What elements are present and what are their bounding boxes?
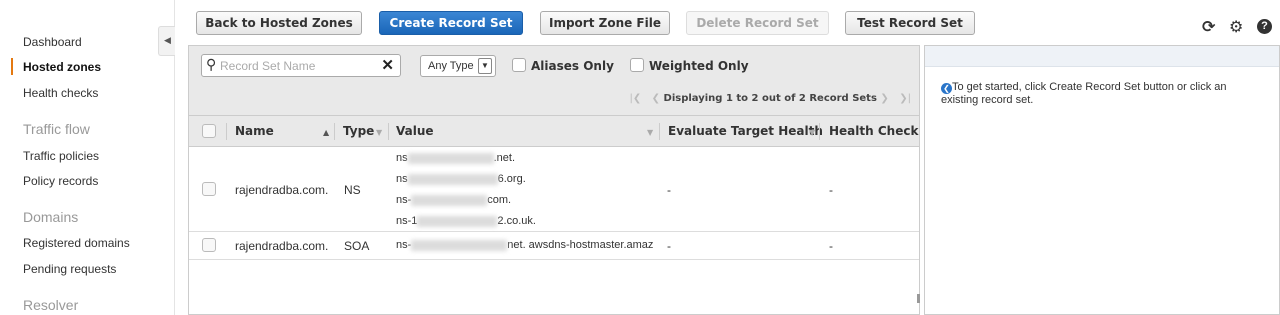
evaluate-target-health-value: - [667, 239, 671, 253]
select-all-checkbox[interactable] [202, 124, 216, 138]
redacted-text [417, 215, 498, 227]
column-header-health-check[interactable]: Health Check I [829, 124, 919, 138]
sidebar-section-resolver: Resolver [23, 297, 79, 313]
column-header-name[interactable]: Name [235, 124, 274, 138]
column-header-evaluate-target-health[interactable]: Evaluate Target Health [668, 124, 823, 138]
column-header-type[interactable]: Type [343, 124, 374, 138]
record-type: SOA [344, 239, 370, 253]
sidebar-nav: Dashboard Hosted zones Health checks Tra… [0, 0, 175, 315]
sidebar-item-pending-requests[interactable]: Pending requests [23, 262, 116, 276]
health-check-value: - [829, 239, 833, 253]
record-sets-panel: ⚲ ✕ Any Type ▼ Aliases Only Weighted Onl… [188, 45, 920, 315]
value-prefix: ns- [396, 194, 412, 206]
arrow-left-icon: ❮ [941, 83, 952, 94]
sidebar-section-domains: Domains [23, 209, 79, 225]
table-row[interactable]: rajendradba.com. SOA ns-net. awsdns-host… [189, 232, 919, 260]
record-name: rajendradba.com. [235, 239, 329, 253]
table-row[interactable]: rajendradba.com. NS ns .net. ns 6.org. ns-… [189, 147, 919, 232]
row-checkbox[interactable] [202, 238, 216, 252]
value-suffix: com. [487, 194, 512, 206]
sort-asc-icon[interactable]: ▲ [323, 124, 329, 138]
column-divider [388, 123, 389, 140]
info-message-text: To get started, click Create Record Set … [941, 81, 1227, 106]
value-line: ns-com. [396, 190, 536, 211]
search-input[interactable] [220, 57, 380, 75]
aliases-only-checkbox[interactable] [512, 58, 526, 72]
sort-icon: ▼ [647, 128, 654, 137]
test-record-set-button[interactable]: Test Record Set [845, 11, 975, 35]
active-indicator [11, 58, 13, 75]
value-prefix: ns- [396, 239, 412, 251]
first-page-icon[interactable]: |❮ [629, 93, 641, 104]
column-divider [226, 123, 227, 140]
value-suffix: .net. [493, 152, 516, 164]
next-page-icon[interactable]: ❯ [880, 93, 888, 104]
prev-page-icon[interactable]: ❮ [652, 93, 660, 104]
info-message: ❮ To get started, click Create Record Set… [941, 81, 1261, 107]
pagination: |❮ ❮ Displaying 1 to 2 out of 2 Record S… [629, 93, 911, 104]
chevron-left-icon: ◀ [164, 35, 171, 45]
sidebar-item-policy-records[interactable]: Policy records [23, 174, 98, 188]
evaluate-target-health-value: - [667, 183, 671, 197]
value-prefix: ns-1 [396, 215, 418, 227]
weighted-only-checkbox[interactable] [630, 58, 644, 72]
value-line: ns 6.org. [396, 169, 536, 190]
type-select-value: Any Type [428, 60, 474, 72]
import-zone-file-button[interactable]: Import Zone File [540, 11, 670, 35]
value-line: ns-1 2.co.uk. [396, 211, 536, 232]
scrollbar-handle[interactable] [917, 294, 920, 303]
aliases-only-label: Aliases Only [531, 59, 614, 73]
column-divider [334, 123, 335, 140]
value-line: ns .net. [396, 148, 536, 169]
chevron-down-icon: ▼ [478, 58, 492, 74]
sidebar-item-dashboard[interactable]: Dashboard [23, 35, 82, 49]
close-icon[interactable]: ✕ [381, 56, 394, 74]
table-header: Name ▲ Type ▼ Value ▼ Evaluate Target He… [189, 116, 919, 147]
redacted-text [407, 152, 494, 164]
value-line: ns-net. awsdns-hostmaster.amaz [396, 235, 653, 256]
info-panel: ❮ To get started, click Create Record Set… [924, 45, 1280, 315]
value-suffix: net. awsdns-hostmaster.amaz [507, 239, 654, 251]
value-suffix: 6.org. [497, 173, 526, 185]
search-box: ⚲ ✕ [201, 54, 401, 77]
record-type: NS [344, 183, 361, 197]
sidebar-item-hosted-zones[interactable]: Hosted zones [23, 60, 101, 74]
sidebar-item-health-checks[interactable]: Health checks [23, 86, 98, 100]
search-icon: ⚲ [206, 57, 217, 73]
sort-icon: ▼ [809, 128, 816, 137]
value-suffix: 2.co.uk. [497, 215, 536, 227]
gear-icon[interactable]: ⚙ [1229, 18, 1243, 36]
filter-bar: ⚲ ✕ Any Type ▼ Aliases Only Weighted Onl… [189, 46, 919, 116]
sidebar-item-registered-domains[interactable]: Registered domains [23, 236, 130, 250]
help-icon[interactable]: ? [1257, 19, 1272, 34]
route53-console: Dashboard Hosted zones Health checks Tra… [0, 0, 1280, 315]
redacted-text [411, 239, 508, 251]
sidebar-section-traffic-flow: Traffic flow [23, 121, 90, 137]
redacted-text [407, 173, 498, 185]
create-record-set-button[interactable]: Create Record Set [379, 11, 523, 35]
weighted-only-label: Weighted Only [649, 59, 749, 73]
row-checkbox[interactable] [202, 182, 216, 196]
column-divider [819, 123, 820, 140]
delete-record-set-button: Delete Record Set [686, 11, 829, 35]
value-prefix: ns [396, 152, 408, 164]
pagination-text: Displaying 1 to 2 out of 2 Record Sets [663, 93, 877, 104]
back-to-hosted-zones-button[interactable]: Back to Hosted Zones [196, 11, 362, 35]
value-prefix: ns [396, 173, 408, 185]
redacted-text [411, 194, 488, 206]
last-page-icon[interactable]: ❯| [899, 93, 911, 104]
refresh-icon[interactable]: ⟳ [1202, 18, 1215, 36]
column-header-value[interactable]: Value [396, 124, 434, 138]
record-name: rajendradba.com. [235, 183, 329, 197]
record-value: ns .net. ns 6.org. ns-com. ns-1 2.co.uk. [396, 148, 536, 232]
sidebar-item-traffic-policies[interactable]: Traffic policies [23, 149, 99, 163]
column-divider [659, 123, 660, 140]
sidebar-collapse-button[interactable]: ◀ [158, 26, 175, 56]
info-panel-header [925, 46, 1279, 67]
record-value: ns-net. awsdns-hostmaster.amaz [396, 235, 653, 256]
health-check-value: - [829, 183, 833, 197]
sort-icon: ▼ [376, 128, 383, 137]
top-right-icons: ⟳ ⚙ ? [1202, 18, 1272, 38]
type-select[interactable]: Any Type ▼ [420, 55, 496, 77]
